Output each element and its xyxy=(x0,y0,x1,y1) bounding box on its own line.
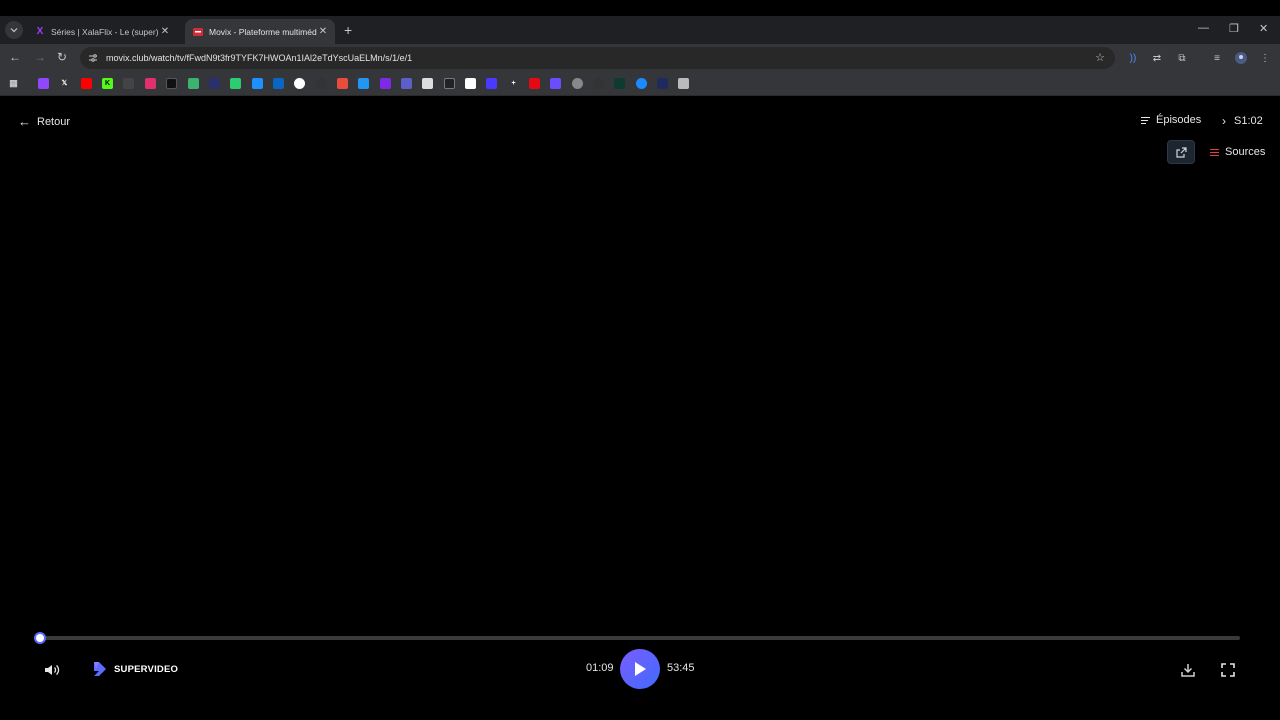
video-page: ← Retour Épisodes › S1:02 Sources SUPERV… xyxy=(0,96,1280,720)
close-tab-icon[interactable]: ✕ xyxy=(159,26,171,37)
extension-translate-icon[interactable]: ⇄ xyxy=(1150,51,1164,65)
bookmark-site-10-icon[interactable] xyxy=(230,78,241,89)
chevron-right-icon: › xyxy=(1222,114,1226,128)
profile-avatar-icon[interactable] xyxy=(1234,51,1248,65)
sources-label: Sources xyxy=(1225,146,1266,158)
tab-xalaflix[interactable]: X Séries | XalaFlix - Le (super) site ✕ xyxy=(27,19,177,44)
browser-menu-icon[interactable]: ⋮ xyxy=(1258,51,1272,65)
bookmark-site-18-icon[interactable] xyxy=(401,78,412,89)
bookmark-twitch-icon[interactable] xyxy=(38,78,49,89)
fullscreen-button[interactable] xyxy=(1218,660,1238,680)
download-button[interactable] xyxy=(1178,660,1198,680)
bookmark-youtube-icon[interactable] xyxy=(81,78,92,89)
bookmarks-bar: ▦ 𝕏 K + xyxy=(0,72,1280,96)
sources-list-icon xyxy=(1210,148,1219,156)
address-bar[interactable]: movix.club/watch/tv/fFwdN9t3fr9TYFK7HWOA… xyxy=(80,47,1115,69)
episodes-label: Épisodes xyxy=(1156,114,1202,126)
season-episode-label: S1:02 xyxy=(1234,115,1263,127)
bookmark-site-30-icon[interactable] xyxy=(657,78,668,89)
forward-arrow-icon[interactable]: → xyxy=(34,50,46,64)
list-icon xyxy=(1141,116,1150,124)
bookmark-site-28-icon[interactable] xyxy=(614,78,625,89)
movix-favicon-icon xyxy=(193,27,203,37)
chevron-down-icon xyxy=(10,28,18,33)
bookmark-site-16-icon[interactable] xyxy=(358,78,369,89)
bookmark-site-31-icon[interactable] xyxy=(678,78,689,89)
open-external-button[interactable] xyxy=(1167,140,1195,164)
fullscreen-icon xyxy=(1221,663,1235,677)
url-text: movix.club/watch/tv/fFwdN9t3fr9TYFK7HWOA… xyxy=(106,53,413,63)
bookmark-site-27-icon[interactable] xyxy=(593,78,604,89)
extension-audio-icon[interactable]: )) xyxy=(1126,51,1140,65)
minimize-icon[interactable]: — xyxy=(1198,22,1209,34)
bookmark-site-23-icon[interactable]: + xyxy=(508,78,519,89)
progress-knob[interactable] xyxy=(34,632,46,644)
current-time: 01:09 xyxy=(586,662,614,674)
bookmark-site-24-icon[interactable] xyxy=(529,78,540,89)
bookmark-site-9-icon[interactable] xyxy=(209,78,220,89)
bookmark-site-21-icon[interactable] xyxy=(465,78,476,89)
xalaflix-favicon-icon: X xyxy=(36,26,44,37)
restore-icon[interactable]: ❐ xyxy=(1229,22,1239,35)
progress-bar[interactable] xyxy=(34,632,1240,644)
back-button[interactable]: ← Retour xyxy=(18,114,70,129)
bookmark-tiktok-icon[interactable] xyxy=(166,78,177,89)
episodes-button[interactable]: Épisodes xyxy=(1141,114,1201,126)
bookmark-site-25-icon[interactable] xyxy=(550,78,561,89)
tab-bar: X Séries | XalaFlix - Le (super) site ✕ … xyxy=(0,16,1280,44)
tab-movix[interactable]: Movix - Plateforme multimédia ✕ xyxy=(185,19,335,44)
tab-title: Movix - Plateforme multimédia xyxy=(209,26,317,37)
reload-icon[interactable]: ↻ xyxy=(57,50,67,64)
external-link-icon xyxy=(1175,146,1187,158)
back-arrow-icon[interactable]: ← xyxy=(9,50,21,64)
volume-button[interactable] xyxy=(42,660,62,680)
volume-icon xyxy=(45,665,60,675)
back-label: Retour xyxy=(37,115,71,128)
tab-title: Séries | XalaFlix - Le (super) site xyxy=(51,26,159,37)
arrow-left-icon: ← xyxy=(18,114,31,129)
extensions-puzzle-icon[interactable]: ⧉ xyxy=(1175,51,1189,65)
top-strip xyxy=(0,0,1280,16)
play-button[interactable] xyxy=(620,649,660,689)
bookmark-canva-icon[interactable] xyxy=(380,78,391,89)
download-icon xyxy=(1181,664,1195,677)
bookmark-site-5-icon[interactable] xyxy=(123,78,134,89)
media-queue-icon[interactable]: ≡ xyxy=(1210,51,1224,65)
site-info-icon[interactable] xyxy=(86,51,100,65)
bookmark-kick-icon[interactable]: K xyxy=(102,78,113,89)
bookmark-site-20-icon[interactable] xyxy=(444,78,455,89)
bookmark-linkedin-icon[interactable] xyxy=(273,78,284,89)
duration: 53:45 xyxy=(667,662,695,674)
brand-name: SUPERVIDEO xyxy=(114,663,179,675)
bookmark-site-11-icon[interactable] xyxy=(252,78,263,89)
next-episode-button[interactable]: › S1:02 xyxy=(1222,114,1263,128)
bookmark-site-22-icon[interactable] xyxy=(486,78,497,89)
play-icon xyxy=(635,662,646,676)
bookmark-openai-icon[interactable] xyxy=(316,78,327,89)
bookmark-site-8-icon[interactable] xyxy=(188,78,199,89)
apps-grid-icon[interactable]: ▦ xyxy=(8,78,19,89)
bookmark-instagram-icon[interactable] xyxy=(145,78,156,89)
tab-search-button[interactable] xyxy=(5,21,23,39)
bookmark-site-15-icon[interactable] xyxy=(337,78,348,89)
supervideo-logo: SUPERVIDEO xyxy=(92,661,178,677)
sources-button[interactable]: Sources xyxy=(1210,146,1265,158)
bookmark-x-icon[interactable]: 𝕏 xyxy=(59,78,70,89)
bookmark-site-26-icon[interactable] xyxy=(572,78,583,89)
bookmark-site-19-icon[interactable] xyxy=(422,78,433,89)
supervideo-logo-icon xyxy=(94,662,106,676)
bookmark-info-icon[interactable] xyxy=(294,78,305,89)
close-tab-icon[interactable]: ✕ xyxy=(317,26,329,37)
close-window-icon[interactable]: ✕ xyxy=(1259,22,1268,35)
new-tab-button[interactable]: + xyxy=(344,22,352,38)
bookmark-site-29-icon[interactable] xyxy=(636,78,647,89)
browser-toolbar: ← → ↻ movix.club/watch/tv/fFwdN9t3fr9TYF… xyxy=(0,44,1280,72)
bookmark-star-icon[interactable]: ☆ xyxy=(1095,51,1105,64)
